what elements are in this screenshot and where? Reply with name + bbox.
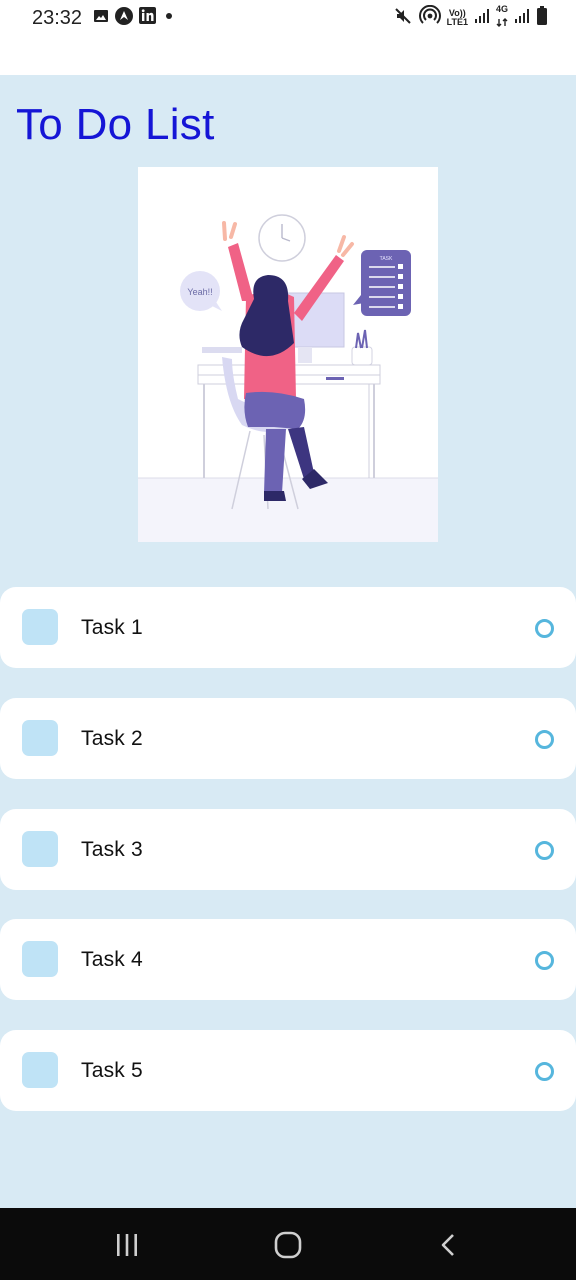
signal-icon [514, 8, 530, 29]
navigation-bar [0, 1208, 576, 1280]
status-circle-icon[interactable] [535, 619, 554, 638]
list-item[interactable]: Task 1 [0, 587, 576, 668]
recents-icon[interactable] [112, 1230, 142, 1260]
task-label: Task 2 [81, 727, 143, 750]
signal-icon [474, 8, 490, 29]
task-label: Task 1 [81, 616, 143, 639]
list-item[interactable]: Task 3 [0, 809, 576, 890]
task-board-label: TASK [380, 256, 393, 262]
bubble-text: Yeah!! [187, 287, 212, 297]
dot-icon [162, 9, 176, 28]
task-board: TASK [353, 250, 411, 316]
status-circle-icon[interactable] [535, 951, 554, 970]
status-time: 23:32 [32, 7, 83, 29]
list-item[interactable]: Task 4 [0, 919, 576, 1000]
volte-icon: Vo)) LTE1 [447, 9, 468, 27]
status-circle-icon[interactable] [535, 1062, 554, 1081]
image-icon [93, 8, 109, 29]
illustration-image: Yeah!! TASK [138, 167, 438, 542]
task-label: Task 3 [81, 838, 143, 861]
4g-icon: 4G [495, 3, 508, 32]
speech-bubble: Yeah!! [180, 271, 222, 311]
home-icon[interactable] [273, 1230, 303, 1260]
linkedin-icon [139, 7, 156, 29]
list-item[interactable]: Task 5 [0, 1030, 576, 1111]
clock-icon [258, 214, 306, 262]
task-checkbox[interactable] [22, 1052, 58, 1088]
hotspot-icon [418, 4, 441, 32]
task-checkbox[interactable] [22, 720, 58, 756]
task-label: Task 4 [81, 948, 143, 971]
status-left-icons [93, 6, 176, 30]
volte-label-bottom: LTE1 [446, 17, 468, 27]
mute-icon [393, 6, 413, 31]
back-icon[interactable] [434, 1230, 464, 1260]
list-item[interactable]: Task 2 [0, 698, 576, 779]
task-checkbox[interactable] [22, 831, 58, 867]
status-circle-icon[interactable] [535, 730, 554, 749]
task-checkbox[interactable] [22, 941, 58, 977]
status-bar: 23:32 Vo)) LTE1 4G [0, 0, 576, 75]
main-content: To Do List Yeah!! TASK Task 1 Task 2 Tas… [0, 75, 576, 1208]
task-label: Task 5 [81, 1059, 143, 1082]
app-icon [115, 6, 133, 30]
battery-icon [536, 5, 548, 31]
task-checkbox[interactable] [22, 609, 58, 645]
status-right-icons: Vo)) LTE1 4G [393, 3, 548, 32]
network-label: 4G [495, 3, 508, 14]
page-title: To Do List [16, 100, 215, 149]
status-circle-icon[interactable] [535, 841, 554, 860]
